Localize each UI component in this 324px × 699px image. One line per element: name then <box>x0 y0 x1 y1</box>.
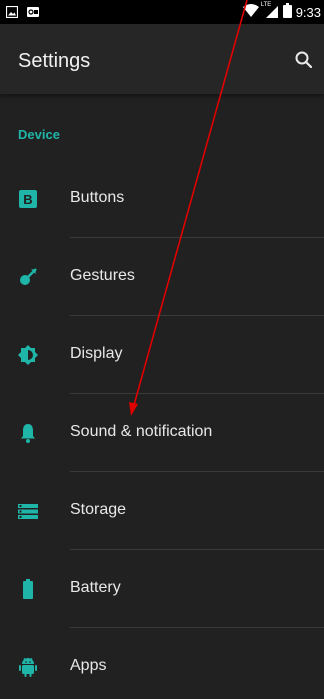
status-bar: LTE 9:33 <box>0 0 324 24</box>
storage-icon <box>16 499 40 523</box>
settings-item-label: Gestures <box>70 267 135 284</box>
svg-text:B: B <box>23 192 32 207</box>
battery-status-icon <box>282 3 292 21</box>
section-header-device: Device <box>18 127 60 142</box>
battery-icon <box>16 577 40 601</box>
search-icon <box>295 51 313 69</box>
settings-item-display[interactable]: Display <box>0 316 324 394</box>
settings-item-label: Storage <box>70 501 127 518</box>
settings-item-label: Sound & notification <box>70 423 213 440</box>
settings-item-storage[interactable]: Storage <box>0 472 324 550</box>
cell-signal-icon: LTE <box>260 2 279 19</box>
network-type-label: LTE <box>260 2 272 8</box>
settings-item-label: Display <box>70 345 123 362</box>
app-bar: Settings <box>0 24 324 94</box>
settings-item-gestures[interactable]: Gestures <box>0 238 324 316</box>
android-icon <box>16 655 40 679</box>
gestures-icon <box>16 265 40 289</box>
settings-item-buttons[interactable]: B Buttons <box>0 160 324 238</box>
outlook-notification-icon <box>27 5 39 23</box>
wifi-icon <box>242 3 259 21</box>
gallery-notification-icon <box>5 5 19 23</box>
settings-item-battery[interactable]: Battery <box>0 550 324 628</box>
display-icon <box>16 343 40 367</box>
settings-screen: LTE 9:33 Settings Device B Buttons Gestu… <box>0 0 324 699</box>
search-button[interactable] <box>290 46 318 74</box>
settings-item-label: Battery <box>70 579 121 596</box>
page-title: Settings <box>18 50 91 72</box>
settings-item-apps[interactable]: Apps <box>0 628 324 699</box>
buttons-icon: B <box>16 187 40 211</box>
settings-item-label: Buttons <box>70 189 125 206</box>
bell-icon <box>16 421 40 445</box>
settings-item-sound-notification[interactable]: Sound & notification <box>0 394 324 472</box>
settings-item-label: Apps <box>70 657 107 674</box>
clock: 9:33 <box>295 4 321 20</box>
